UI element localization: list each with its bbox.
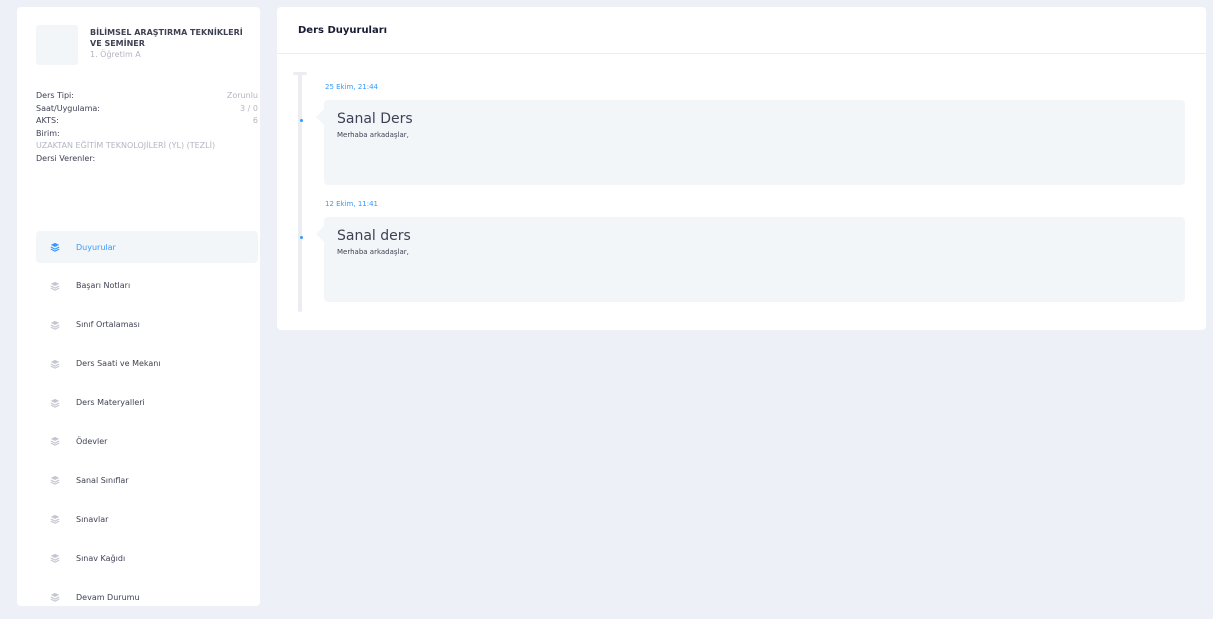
info-value: 6 bbox=[252, 116, 258, 126]
nav-item[interactable]: Sınıf Ortalaması bbox=[36, 309, 258, 341]
nav-item-label: Sanal Sınıflar bbox=[76, 475, 129, 485]
timeline-line bbox=[298, 73, 302, 312]
nav-item-label: Ödevler bbox=[76, 436, 108, 446]
course-info: Ders Tipi: Zorunlu Saat/Uygulama: 3 / 0 … bbox=[36, 90, 258, 166]
info-row-hours: Saat/Uygulama: 3 / 0 bbox=[36, 103, 258, 116]
layers-icon bbox=[50, 553, 60, 563]
info-label: Birim: bbox=[36, 128, 60, 138]
announcement-card[interactable]: Sanal ders Merhaba arkadaşlar, bbox=[324, 217, 1185, 302]
layers-icon bbox=[50, 242, 60, 252]
info-label: Ders Tipi: bbox=[36, 91, 74, 100]
nav-item[interactable]: Ders Materyalleri bbox=[36, 387, 258, 419]
course-sidebar: BİLİMSEL ARAŞTIRMA TEKNİKLERİ VE SEMİNER… bbox=[17, 7, 260, 606]
announcement-date: 12 Ekim, 11:41 bbox=[325, 200, 378, 208]
course-nav: Duyurular Başarı Notları Sınıf Ortalaması D… bbox=[36, 231, 258, 619]
info-row-ects: AKTS: 6 bbox=[36, 115, 258, 128]
nav-item-label: Başarı Notları bbox=[76, 281, 131, 291]
layers-icon bbox=[50, 281, 60, 291]
course-section: 1. Öğretim A bbox=[90, 50, 141, 59]
nav-item-label: Sınavlar bbox=[76, 514, 109, 524]
announcement-date: 25 Ekim, 21:44 bbox=[325, 83, 378, 91]
info-label: Saat/Uygulama: bbox=[36, 103, 100, 113]
announcement-text: Merhaba arkadaşlar, bbox=[337, 131, 409, 139]
course-titles: BİLİMSEL ARAŞTIRMA TEKNİKLERİ VE SEMİNER… bbox=[90, 27, 250, 65]
nav-item-label: Duyurular bbox=[76, 242, 116, 252]
layers-icon bbox=[50, 320, 60, 330]
announcement-pointer bbox=[316, 226, 324, 242]
info-label: AKTS: bbox=[36, 116, 59, 126]
announcement-title: Sanal ders bbox=[337, 228, 411, 244]
layers-icon bbox=[50, 475, 60, 486]
page-title: Ders Duyuruları bbox=[298, 24, 388, 36]
timeline-dot bbox=[300, 236, 303, 239]
announcement-pointer bbox=[316, 109, 324, 125]
panel-header: Ders Duyuruları bbox=[277, 7, 1206, 54]
nav-item[interactable]: Sanal Sınıflar bbox=[36, 464, 258, 496]
nav-item-label: Ders Materyalleri bbox=[76, 398, 145, 408]
timeline-dot bbox=[300, 119, 303, 122]
layers-icon bbox=[50, 592, 60, 602]
nav-item[interactable]: Sınav Kağıdı bbox=[36, 542, 258, 574]
info-value: UZAKTAN EĞİTİM TEKNOLOJİLERİ (YL) (TEZLİ… bbox=[36, 141, 216, 151]
nav-item[interactable]: Duyurular bbox=[36, 231, 258, 263]
nav-item[interactable]: Sınavlar bbox=[36, 503, 258, 535]
announcements-panel: Ders Duyuruları 25 Ekim, 21:44 Sanal Ders… bbox=[277, 7, 1206, 330]
announcement-card[interactable]: Sanal Ders Merhaba arkadaşlar, bbox=[324, 100, 1185, 185]
nav-item-label: Devam Durumu bbox=[76, 592, 140, 602]
info-label: Dersi Verenler: bbox=[36, 153, 96, 163]
course-header: BİLİMSEL ARAŞTIRMA TEKNİKLERİ VE SEMİNER… bbox=[36, 25, 250, 65]
nav-item-label: Sınıf Ortalaması bbox=[76, 320, 140, 330]
nav-item[interactable]: Başarı Notları bbox=[36, 270, 258, 302]
announcement-title: Sanal Ders bbox=[337, 111, 413, 127]
nav-item[interactable]: Ödevler bbox=[36, 425, 258, 457]
announcement-text: Merhaba arkadaşlar, bbox=[337, 248, 409, 256]
course-thumbnail bbox=[36, 25, 78, 65]
nav-item-label: Sınav Kağıdı bbox=[76, 553, 126, 563]
nav-item[interactable]: Devam Durumu bbox=[36, 581, 258, 613]
layers-icon bbox=[50, 514, 60, 525]
nav-item-label: Ders Saati ve Mekanı bbox=[76, 359, 161, 369]
nav-item[interactable]: Ders Saati ve Mekanı bbox=[36, 348, 258, 380]
info-value: 3 / 0 bbox=[240, 103, 258, 113]
info-row-type: Ders Tipi: Zorunlu bbox=[36, 90, 258, 103]
layers-icon bbox=[50, 398, 60, 408]
layers-icon bbox=[50, 436, 60, 447]
course-name: BİLİMSEL ARAŞTIRMA TEKNİKLERİ VE SEMİNER bbox=[90, 28, 243, 48]
layers-icon bbox=[50, 359, 60, 369]
info-value: Zorunlu bbox=[226, 91, 258, 100]
